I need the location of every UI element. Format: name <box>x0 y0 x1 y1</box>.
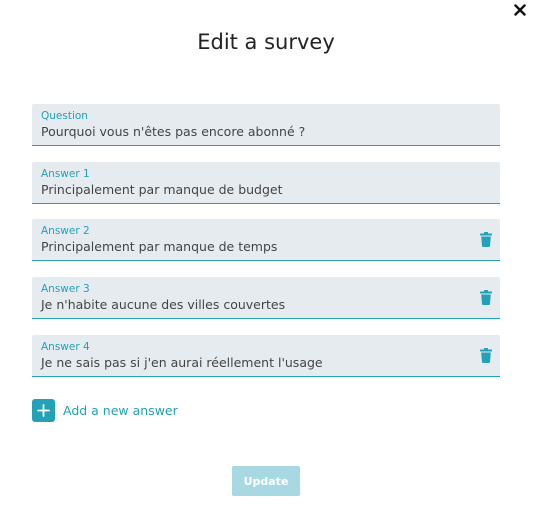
delete-answer-4-icon[interactable] <box>480 348 492 363</box>
question-label: Question <box>41 110 88 122</box>
answer-3-label: Answer 3 <box>41 283 90 295</box>
dialog-title: Edit a survey <box>197 30 335 54</box>
answer-4-field[interactable]: Answer 4 Je ne sais pas si j'en aurai ré… <box>32 335 500 377</box>
answer-3-input[interactable]: Je n'habite aucune des villes couvertes <box>41 297 285 312</box>
update-button[interactable]: Update <box>232 466 300 496</box>
answer-3-field[interactable]: Answer 3 Je n'habite aucune des villes c… <box>32 277 500 319</box>
close-icon <box>514 4 526 16</box>
answer-2-field[interactable]: Answer 2 Principalement par manque de te… <box>32 219 500 261</box>
question-field[interactable]: Question Pourquoi vous n'êtes pas encore… <box>32 104 500 146</box>
delete-answer-2-icon[interactable] <box>480 232 492 247</box>
add-answer-button[interactable]: Add a new answer <box>32 398 178 422</box>
answer-2-input[interactable]: Principalement par manque de temps <box>41 239 277 254</box>
add-answer-label: Add a new answer <box>63 402 178 418</box>
answer-4-input[interactable]: Je ne sais pas si j'en aurai réellement … <box>41 355 323 370</box>
answer-4-label: Answer 4 <box>41 341 90 353</box>
answer-1-label: Answer 1 <box>41 168 90 180</box>
close-button[interactable] <box>510 0 530 20</box>
answer-1-field[interactable]: Answer 1 Principalement par manque de bu… <box>32 162 500 204</box>
plus-icon <box>32 398 55 422</box>
delete-answer-3-icon[interactable] <box>480 290 492 305</box>
question-input[interactable]: Pourquoi vous n'êtes pas encore abonné ? <box>41 124 305 139</box>
answer-1-input[interactable]: Principalement par manque de budget <box>41 182 283 197</box>
answer-2-label: Answer 2 <box>41 225 90 237</box>
